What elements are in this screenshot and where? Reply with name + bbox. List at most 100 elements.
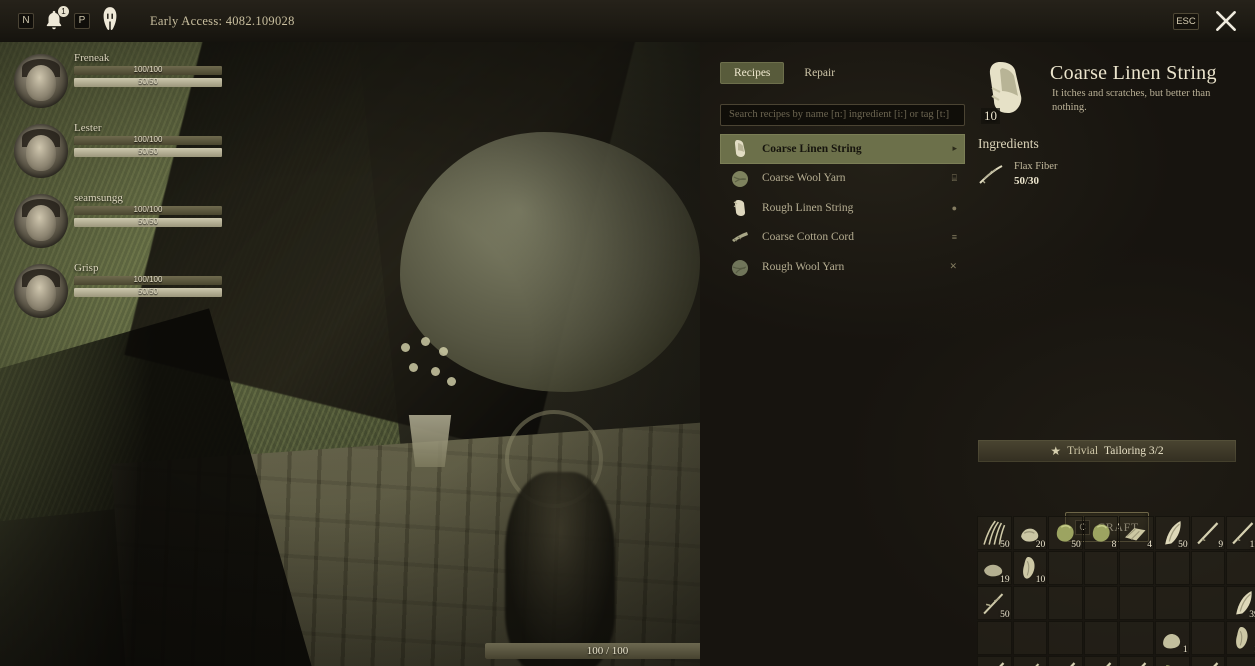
inventory-slot[interactable] xyxy=(1083,621,1119,655)
inventory-slot[interactable] xyxy=(1154,551,1190,585)
recipe-label: Coarse Linen String xyxy=(762,142,862,155)
party-member[interactable]: Lester 100/100 50/50 xyxy=(8,120,238,182)
item-count: 1 xyxy=(1182,645,1188,655)
helmet-icon[interactable] xyxy=(99,6,121,37)
yarn-ball-icon xyxy=(728,166,752,190)
recipe-marker: ✕ xyxy=(949,261,957,272)
inventory-slot[interactable] xyxy=(1154,586,1190,620)
inventory-slot[interactable] xyxy=(1119,586,1154,620)
item-icon xyxy=(1017,660,1044,666)
party-member[interactable]: Grisp 100/100 50/50 xyxy=(8,260,238,322)
inventory-slot[interactable] xyxy=(1190,586,1226,620)
party-health-bar: 100/100 xyxy=(74,276,222,285)
inventory-slot[interactable] xyxy=(977,621,1012,655)
inventory-slot[interactable]: 19 xyxy=(977,551,1012,585)
inventory-slot[interactable] xyxy=(1048,551,1083,585)
recipe-item-rough-linen-string[interactable]: Rough Linen String ● xyxy=(720,193,965,223)
bell-icon[interactable]: 1 xyxy=(43,6,69,34)
party-member-name: Lester xyxy=(74,122,102,134)
recipe-detail-title: Coarse Linen String xyxy=(1050,62,1217,84)
inventory-slot[interactable] xyxy=(1119,551,1154,585)
inventory-slot[interactable]: 10 xyxy=(1012,551,1048,585)
recipe-item-rough-wool-yarn[interactable]: Rough Wool Yarn ✕ xyxy=(720,252,965,282)
inventory-slot[interactable]: 50 xyxy=(1154,516,1190,550)
item-icon xyxy=(1195,660,1222,666)
party-member[interactable]: Freneak 100/100 50/50 xyxy=(8,50,238,112)
inventory-slot[interactable] xyxy=(1154,656,1190,666)
key-p[interactable]: P xyxy=(74,13,90,29)
party-member[interactable]: seamsungg 100/100 50/50 xyxy=(8,190,238,252)
party-stamina-bar: 50/50 xyxy=(74,218,222,227)
recipe-label: Rough Wool Yarn xyxy=(762,260,845,273)
inventory-slot[interactable]: 1 xyxy=(1154,621,1190,655)
item-icon xyxy=(1230,625,1255,651)
esc-key[interactable]: ESC xyxy=(1173,12,1199,30)
item-count: 10 xyxy=(1035,575,1046,585)
party-stamina-value: 50/50 xyxy=(137,148,159,156)
inventory-slot[interactable] xyxy=(1048,586,1083,620)
inventory-slot[interactable]: 20 xyxy=(1012,516,1048,550)
item-icon xyxy=(1159,660,1186,666)
yarn-ball-icon xyxy=(728,255,752,279)
inventory-slot[interactable]: 50 xyxy=(977,586,1012,620)
inventory-slot[interactable]: 50 xyxy=(1048,516,1083,550)
recipe-item-coarse-cotton-cord[interactable]: Coarse Cotton Cord ≡ xyxy=(720,223,965,253)
inventory-slot[interactable]: 1 xyxy=(1226,621,1255,655)
recipe-item-coarse-wool-yarn[interactable]: Coarse Wool Yarn ⌸ xyxy=(720,164,965,194)
inventory-slot[interactable]: 8 xyxy=(1083,516,1119,550)
player-health-value: 100 / 100 xyxy=(586,645,629,657)
inventory-slot[interactable] xyxy=(1190,621,1226,655)
item-count: 39 xyxy=(1249,610,1255,620)
party-stamina-value: 50/50 xyxy=(137,288,159,296)
inventory-slot[interactable] xyxy=(1083,551,1119,585)
party-health-value: 100/100 xyxy=(133,276,163,284)
ingredient-name: Flax Fiber xyxy=(1014,161,1058,172)
avatar xyxy=(14,54,68,108)
inventory-slot[interactable] xyxy=(1119,621,1154,655)
item-icon xyxy=(1159,625,1186,651)
party-health-value: 100/100 xyxy=(133,136,163,144)
inventory-slot[interactable] xyxy=(1226,551,1255,585)
inventory-slot[interactable] xyxy=(1083,656,1119,666)
inventory-slot[interactable] xyxy=(1119,656,1154,666)
inventory-slot[interactable] xyxy=(1012,621,1048,655)
inventory-slot[interactable] xyxy=(1048,656,1083,666)
item-count: 20 xyxy=(1035,540,1046,550)
recipe-item-coarse-linen-string[interactable]: Coarse Linen String ▸ xyxy=(720,134,965,164)
player-health-bar: 100 / 100 xyxy=(485,643,730,659)
inventory-slot[interactable] xyxy=(1012,586,1048,620)
inventory-slot[interactable]: 39 xyxy=(1226,586,1255,620)
close-icon[interactable] xyxy=(1213,8,1239,34)
inventory-slot[interactable] xyxy=(977,656,1012,666)
inventory-slot[interactable]: 11 xyxy=(1226,516,1255,550)
inventory-slot[interactable] xyxy=(1226,656,1255,666)
avatar xyxy=(14,264,68,318)
inventory-slot[interactable]: 9 xyxy=(1190,516,1226,550)
item-count: 50 xyxy=(1071,540,1081,550)
game-world-viewport: Freneak 100/100 50/50 Lester 100/100 50/… xyxy=(0,42,700,666)
party-health-value: 100/100 xyxy=(133,66,163,74)
item-icon xyxy=(1230,660,1255,666)
tab-recipes[interactable]: Recipes xyxy=(720,62,785,84)
world-potted-plant xyxy=(395,337,465,467)
top-bar: N 1 P Early Access: 4082.109028 ESC xyxy=(0,0,1255,42)
key-n[interactable]: N xyxy=(18,13,34,29)
inventory-slot[interactable] xyxy=(1012,656,1048,666)
item-icon xyxy=(981,660,1008,666)
search-input[interactable]: Search recipes by name [n:] ingredient [… xyxy=(720,104,965,126)
tab-repair[interactable]: Repair xyxy=(790,62,849,84)
item-icon xyxy=(1088,660,1115,666)
inventory-slot[interactable] xyxy=(1048,621,1083,655)
inventory-slot[interactable] xyxy=(1083,586,1119,620)
inventory-slot[interactable]: 50 xyxy=(977,516,1012,550)
cord-icon xyxy=(728,225,752,249)
party-health-bar: 100/100 xyxy=(74,206,222,215)
inventory-slot[interactable] xyxy=(1190,656,1226,666)
inventory-slot[interactable]: 4 xyxy=(1119,516,1154,550)
inventory-slot[interactable] xyxy=(1190,551,1226,585)
recipe-detail-description: It itches and scratches, but better than… xyxy=(1052,88,1211,114)
ingredients-header: Ingredients xyxy=(978,136,1039,151)
party-stamina-value: 50/50 xyxy=(137,78,159,86)
ingredient-row[interactable]: Flax Fiber 50/30 xyxy=(978,160,1057,189)
ingredient-quantity: 50/30 xyxy=(1014,175,1040,188)
